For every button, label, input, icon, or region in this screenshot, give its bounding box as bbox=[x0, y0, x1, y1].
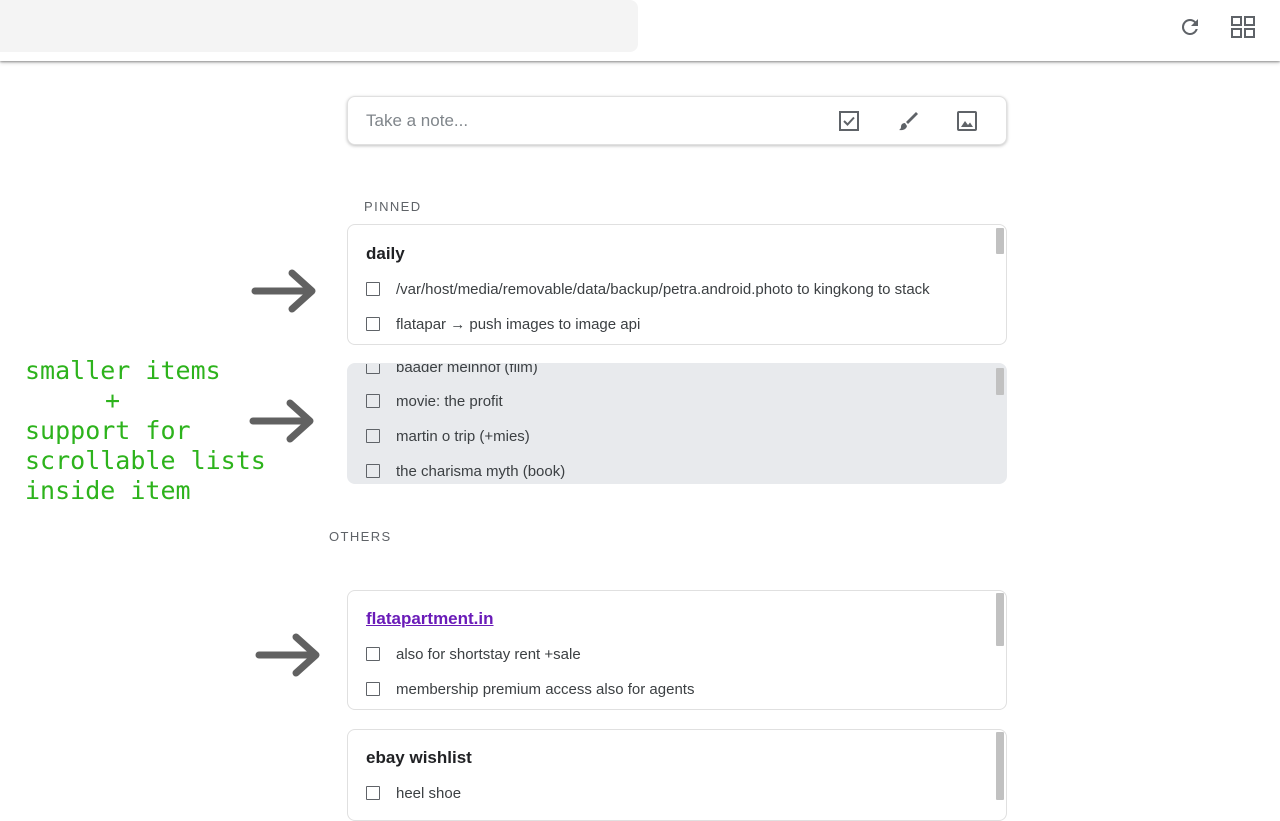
list-item-text: heel shoe bbox=[396, 784, 462, 802]
list-item: heel shoe bbox=[366, 783, 461, 803]
note-card-ebay-wishlist[interactable]: ebay wishlist heel shoe bbox=[347, 729, 1007, 821]
checkbox[interactable] bbox=[366, 429, 380, 443]
grid-view-icon[interactable] bbox=[1229, 13, 1257, 41]
list-item-text: membership premium access also for agent… bbox=[396, 680, 695, 698]
note-card-daily[interactable]: daily /var/host/media/removable/data/bac… bbox=[347, 224, 1007, 345]
note-title: ebay wishlist bbox=[366, 748, 472, 767]
note-card-flatapartment[interactable]: flatapartment.in also for shortstay rent… bbox=[347, 590, 1007, 710]
annotation-line: smaller items bbox=[25, 356, 221, 385]
take-note-placeholder[interactable]: Take a note... bbox=[366, 111, 468, 131]
list-item-text: flatapar → push images to image api bbox=[396, 315, 641, 333]
list-item-text: martin o trip (+mies) bbox=[396, 427, 530, 445]
list-item-text: also for shortstay rent +sale bbox=[396, 645, 581, 663]
image-icon[interactable] bbox=[955, 109, 979, 133]
scrollbar[interactable] bbox=[996, 228, 1004, 254]
annotation-line: + bbox=[105, 386, 121, 415]
others-label: OTHERS bbox=[329, 529, 392, 544]
annotation-line: inside item bbox=[25, 476, 191, 505]
list-item: flatapar → push images to image api bbox=[366, 314, 640, 334]
list-item-text: /var/host/media/removable/data/backup/pe… bbox=[396, 280, 930, 298]
annotation-line: scrollable lists bbox=[25, 446, 266, 475]
search-input[interactable] bbox=[0, 0, 638, 52]
note-card-scroll-list[interactable]: baader meinhof (film) movie: the profit … bbox=[347, 363, 1007, 484]
annotation-text: smaller items + support for scrollable l… bbox=[25, 356, 266, 506]
arrow-right-icon bbox=[251, 269, 316, 313]
take-note-bar[interactable]: Take a note... bbox=[347, 96, 1007, 145]
note-title: daily bbox=[366, 244, 405, 263]
brush-icon[interactable] bbox=[896, 109, 920, 133]
checkbox[interactable] bbox=[366, 647, 380, 661]
checkbox[interactable] bbox=[366, 464, 380, 478]
list-item: the charisma myth (book) bbox=[366, 461, 565, 481]
list-item-text: movie: the profit bbox=[396, 392, 503, 410]
checkbox-icon[interactable] bbox=[837, 109, 861, 133]
checkbox[interactable] bbox=[366, 317, 380, 331]
scrollbar[interactable] bbox=[996, 368, 1004, 395]
checkbox[interactable] bbox=[366, 364, 380, 374]
list-item: martin o trip (+mies) bbox=[366, 426, 530, 446]
scrollbar[interactable] bbox=[996, 593, 1004, 646]
scrollbar[interactable] bbox=[996, 732, 1004, 800]
pinned-label: PINNED bbox=[364, 199, 422, 214]
checkbox[interactable] bbox=[366, 786, 380, 800]
arrow-right-icon bbox=[255, 633, 320, 677]
checkbox[interactable] bbox=[366, 394, 380, 408]
list-item: /var/host/media/removable/data/backup/pe… bbox=[366, 279, 930, 299]
list-item: membership premium access also for agent… bbox=[366, 679, 694, 699]
refresh-icon[interactable] bbox=[1176, 13, 1204, 41]
checkbox[interactable] bbox=[366, 682, 380, 696]
list-item: also for shortstay rent +sale bbox=[366, 644, 581, 664]
list-item-text: baader meinhof (film) bbox=[396, 363, 538, 376]
note-title-link[interactable]: flatapartment.in bbox=[366, 609, 494, 629]
list-item: baader meinhof (film) bbox=[366, 363, 538, 377]
list-item-text: the charisma myth (book) bbox=[396, 462, 566, 480]
list-item: movie: the profit bbox=[366, 391, 503, 411]
top-bar bbox=[0, 0, 1280, 61]
annotation-line: support for bbox=[25, 416, 191, 445]
checkbox[interactable] bbox=[366, 282, 380, 296]
